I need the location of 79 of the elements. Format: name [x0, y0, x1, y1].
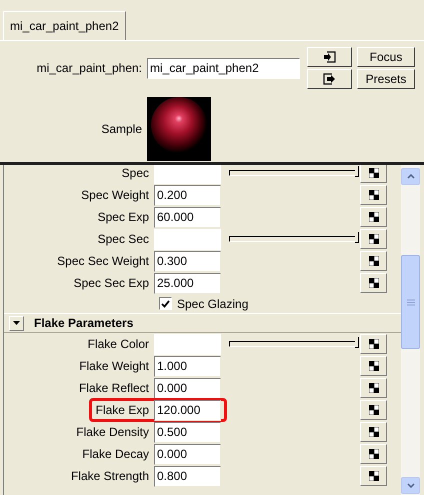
attribute-label: Spec Sec Weight [56, 253, 150, 270]
chevron-down-icon [406, 483, 414, 488]
chevron-up-icon [406, 174, 414, 179]
output-connection-button[interactable] [307, 69, 352, 89]
checker-icon [368, 405, 378, 415]
value-field[interactable]: 60.000 [154, 206, 221, 228]
checker-icon [368, 339, 378, 349]
value-field[interactable]: 0.300 [154, 250, 221, 272]
color-swatch[interactable] [154, 165, 221, 184]
attribute-label: Spec Weight [80, 187, 150, 204]
map-button[interactable] [360, 165, 387, 183]
attribute-label: Flake Reflect [78, 380, 150, 397]
caret-icon [13, 321, 20, 325]
scroll-thumb[interactable] [401, 255, 420, 349]
map-button[interactable] [360, 273, 387, 293]
section-title: Flake Parameters [34, 315, 134, 332]
attribute-label: Spec [120, 165, 150, 182]
checker-icon [368, 471, 378, 481]
value-field[interactable]: 1.000 [154, 356, 221, 376]
color-swatch[interactable] [154, 334, 221, 354]
checker-icon [368, 212, 378, 222]
map-button[interactable] [360, 444, 387, 464]
map-button[interactable] [360, 229, 387, 249]
check-icon [161, 300, 170, 308]
value-field[interactable]: 120.000 [154, 400, 221, 420]
value-field[interactable]: 0.800 [154, 466, 221, 486]
checker-icon [368, 361, 378, 371]
slider-handle[interactable] [355, 166, 359, 177]
enter-icon [323, 51, 336, 63]
checker-icon [368, 427, 378, 437]
checker-icon [368, 383, 378, 393]
checkbox-label: Spec Glazing [177, 296, 248, 312]
map-button[interactable] [360, 251, 387, 271]
value-field[interactable]: 0.000 [154, 378, 221, 398]
map-button[interactable] [360, 185, 387, 205]
attribute-label: Spec Sec [96, 231, 150, 248]
exit-icon [323, 73, 336, 85]
map-button[interactable] [360, 207, 387, 227]
slider-handle[interactable] [355, 232, 359, 243]
attribute-label: Spec Exp [96, 209, 150, 226]
map-button[interactable] [360, 400, 387, 420]
checker-icon [368, 168, 378, 178]
tab[interactable]: mi_car_paint_phen2 [3, 11, 126, 40]
slider-handle[interactable] [355, 337, 359, 348]
attribute-label: Flake Exp [94, 402, 150, 419]
attribute-label: Flake Color [86, 336, 150, 353]
sample-label: Sample [100, 121, 143, 138]
scroll-up-button[interactable] [401, 168, 420, 185]
map-button[interactable] [360, 378, 387, 398]
attribute-label: Spec Sec Exp [72, 275, 150, 292]
checker-icon [368, 190, 378, 200]
node-name-label: mi_car_paint_phen: [36, 60, 143, 77]
checker-icon [368, 449, 378, 459]
collapse-toggle[interactable] [9, 316, 24, 330]
scrollbar[interactable] [401, 165, 420, 495]
scroll-down-button[interactable] [401, 477, 420, 494]
attribute-label: Flake Weight [78, 358, 150, 375]
checker-icon [368, 256, 378, 266]
node-name-field[interactable]: mi_car_paint_phen2 [147, 58, 300, 78]
value-field[interactable]: 0.000 [154, 444, 221, 464]
section-header[interactable]: Flake Parameters [4, 313, 401, 333]
header-button[interactable]: Focus [357, 47, 415, 67]
checker-icon [368, 278, 378, 288]
value-field[interactable]: 0.200 [154, 184, 221, 206]
attribute-label: Flake Density [75, 424, 150, 441]
value-field[interactable]: 0.500 [154, 422, 221, 442]
color-swatch[interactable] [154, 228, 221, 250]
checker-icon [368, 234, 378, 244]
attribute-label: Flake Decay [81, 446, 150, 463]
checkbox[interactable] [159, 297, 172, 310]
attribute-label: Flake Strength [70, 468, 150, 485]
map-button[interactable] [360, 356, 387, 376]
grip-icon [406, 298, 414, 306]
header-button[interactable]: Presets [357, 69, 415, 89]
map-button[interactable] [360, 334, 387, 354]
input-connection-button[interactable] [307, 47, 352, 67]
map-button[interactable] [360, 466, 387, 486]
map-button[interactable] [360, 422, 387, 442]
value-field[interactable]: 25.000 [154, 272, 221, 294]
